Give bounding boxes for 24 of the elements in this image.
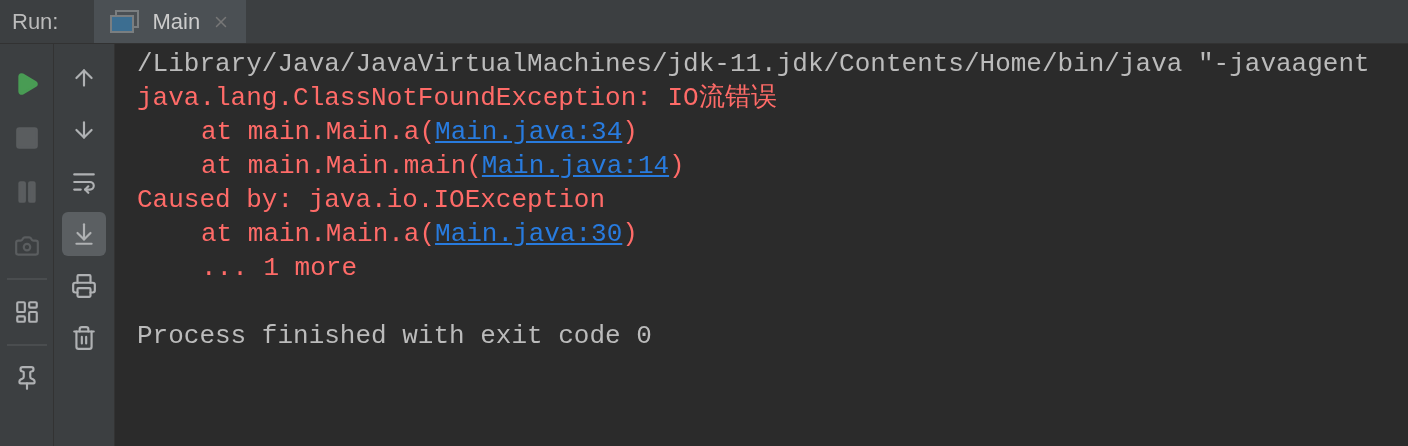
trash-icon — [71, 325, 97, 351]
layout-icon — [13, 299, 40, 325]
console-text: ) — [669, 151, 685, 181]
console-text: java.lang.ClassNotFoundException: IO流错误 — [137, 83, 777, 113]
scroll-to-end-button[interactable] — [62, 212, 106, 256]
camera-icon — [13, 233, 40, 259]
tab-label: Main — [152, 8, 201, 36]
source-link[interactable]: Main.java:14 — [481, 151, 670, 181]
window-icon — [110, 9, 141, 34]
console-text: Process finished with exit code 0 — [137, 321, 652, 351]
printer-icon — [71, 273, 97, 299]
console-text: at main.Main.a( — [201, 117, 436, 147]
run-tab[interactable]: Main — [94, 0, 247, 43]
source-link[interactable]: Main.java:30 — [435, 219, 623, 249]
console-text: ) — [622, 219, 638, 249]
console-text: ... 1 more — [201, 253, 358, 283]
source-link[interactable]: Main.java:34 — [435, 117, 623, 147]
console-text: at main.Main.main( — [201, 151, 482, 181]
console-text: at main.Main.a( — [201, 219, 436, 249]
console-text: Caused by: java.io.IOException — [137, 185, 606, 215]
stop-icon — [13, 125, 40, 151]
run-label: Run: — [11, 8, 60, 36]
console-text: ) — [622, 117, 638, 147]
console-text: /Library/Java/JavaVirtualMachines/jdk-11.jdk/Contents/Home/bin/java "-javaagent — [137, 49, 1370, 79]
